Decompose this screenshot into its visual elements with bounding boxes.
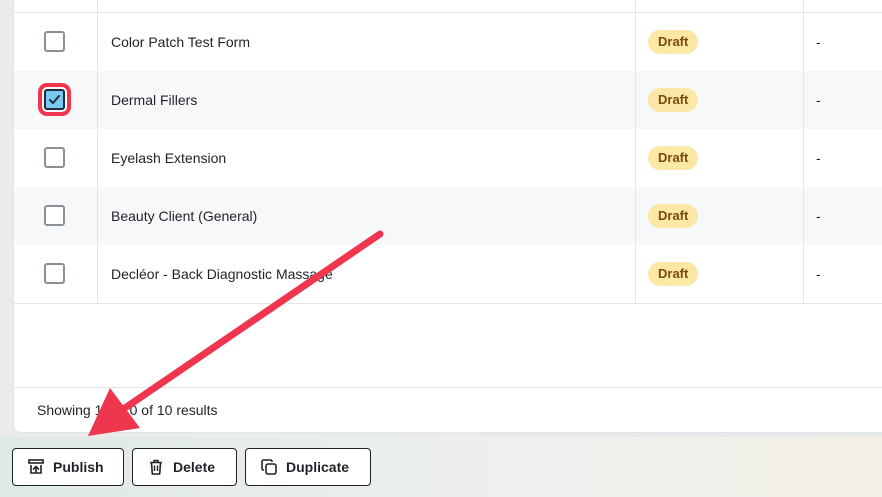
status-badge: Draft: [648, 262, 699, 286]
checkbox-cell: [14, 129, 98, 187]
form-name[interactable]: Color Patch Test Form: [111, 13, 250, 71]
form-name[interactable]: Dermal Fillers: [111, 71, 197, 129]
duplicate-label: Duplicate: [286, 459, 350, 475]
publish-button[interactable]: Publish: [12, 448, 124, 486]
status-cell: Draft: [635, 129, 804, 187]
row-checkbox[interactable]: [44, 31, 65, 52]
row-extra-value: -: [816, 266, 821, 282]
checkbox-cell: [14, 13, 98, 71]
checkmark-icon: [49, 95, 60, 104]
table-row[interactable]: Color Patch Test Form Draft -: [14, 13, 882, 72]
form-name[interactable]: Beauty Client (General): [111, 187, 257, 245]
status-cell: [635, 0, 804, 12]
row-extra-value: -: [816, 34, 821, 50]
status-cell: Draft: [635, 245, 804, 303]
row-extra-value: -: [816, 150, 821, 166]
row-checkbox-checked[interactable]: [38, 83, 71, 116]
table-row[interactable]: Eyelash Extension Draft -: [14, 129, 882, 188]
delete-button[interactable]: Delete: [132, 448, 237, 486]
row-extra-value: -: [816, 92, 821, 108]
form-name[interactable]: Eyelash Extension: [111, 129, 226, 187]
table-row[interactable]: Dermal Fillers Draft -: [14, 71, 882, 130]
table-row[interactable]: Beauty Client (General) Draft -: [14, 187, 882, 246]
checkbox-cell: [14, 71, 98, 129]
forms-table-card: Color Patch Test Form Draft - Dermal Fil…: [13, 0, 882, 433]
checkbox-cell: [14, 187, 98, 245]
bulk-action-bar: Publish Delete Duplicate: [0, 437, 882, 497]
row-checkbox[interactable]: [44, 147, 65, 168]
table-footer-divider: [14, 387, 882, 388]
status-cell: Draft: [635, 71, 804, 129]
status-badge: Draft: [648, 204, 699, 228]
checkbox-cell: [14, 0, 98, 12]
publish-icon: [28, 459, 44, 474]
duplicate-icon: [261, 459, 277, 475]
form-name[interactable]: Decléor - Back Diagnostic Massage: [111, 245, 333, 303]
row-extra-value: -: [816, 208, 821, 224]
results-summary: Showing 1 to 10 of 10 results: [37, 402, 218, 418]
trash-icon: [150, 459, 162, 475]
checkbox-cell: [14, 245, 98, 303]
row-checkbox[interactable]: [44, 205, 65, 226]
status-badge: Draft: [648, 88, 699, 112]
row-checkbox[interactable]: [44, 263, 65, 284]
status-cell: Draft: [635, 13, 804, 71]
status-badge: Draft: [648, 30, 699, 54]
table-row[interactable]: Decléor - Back Diagnostic Massage Draft …: [14, 245, 882, 304]
table-row-partial: [14, 0, 882, 13]
duplicate-button[interactable]: Duplicate: [245, 448, 371, 486]
publish-label: Publish: [53, 459, 104, 475]
delete-label: Delete: [173, 459, 216, 475]
status-badge: Draft: [648, 146, 699, 170]
status-cell: Draft: [635, 187, 804, 245]
